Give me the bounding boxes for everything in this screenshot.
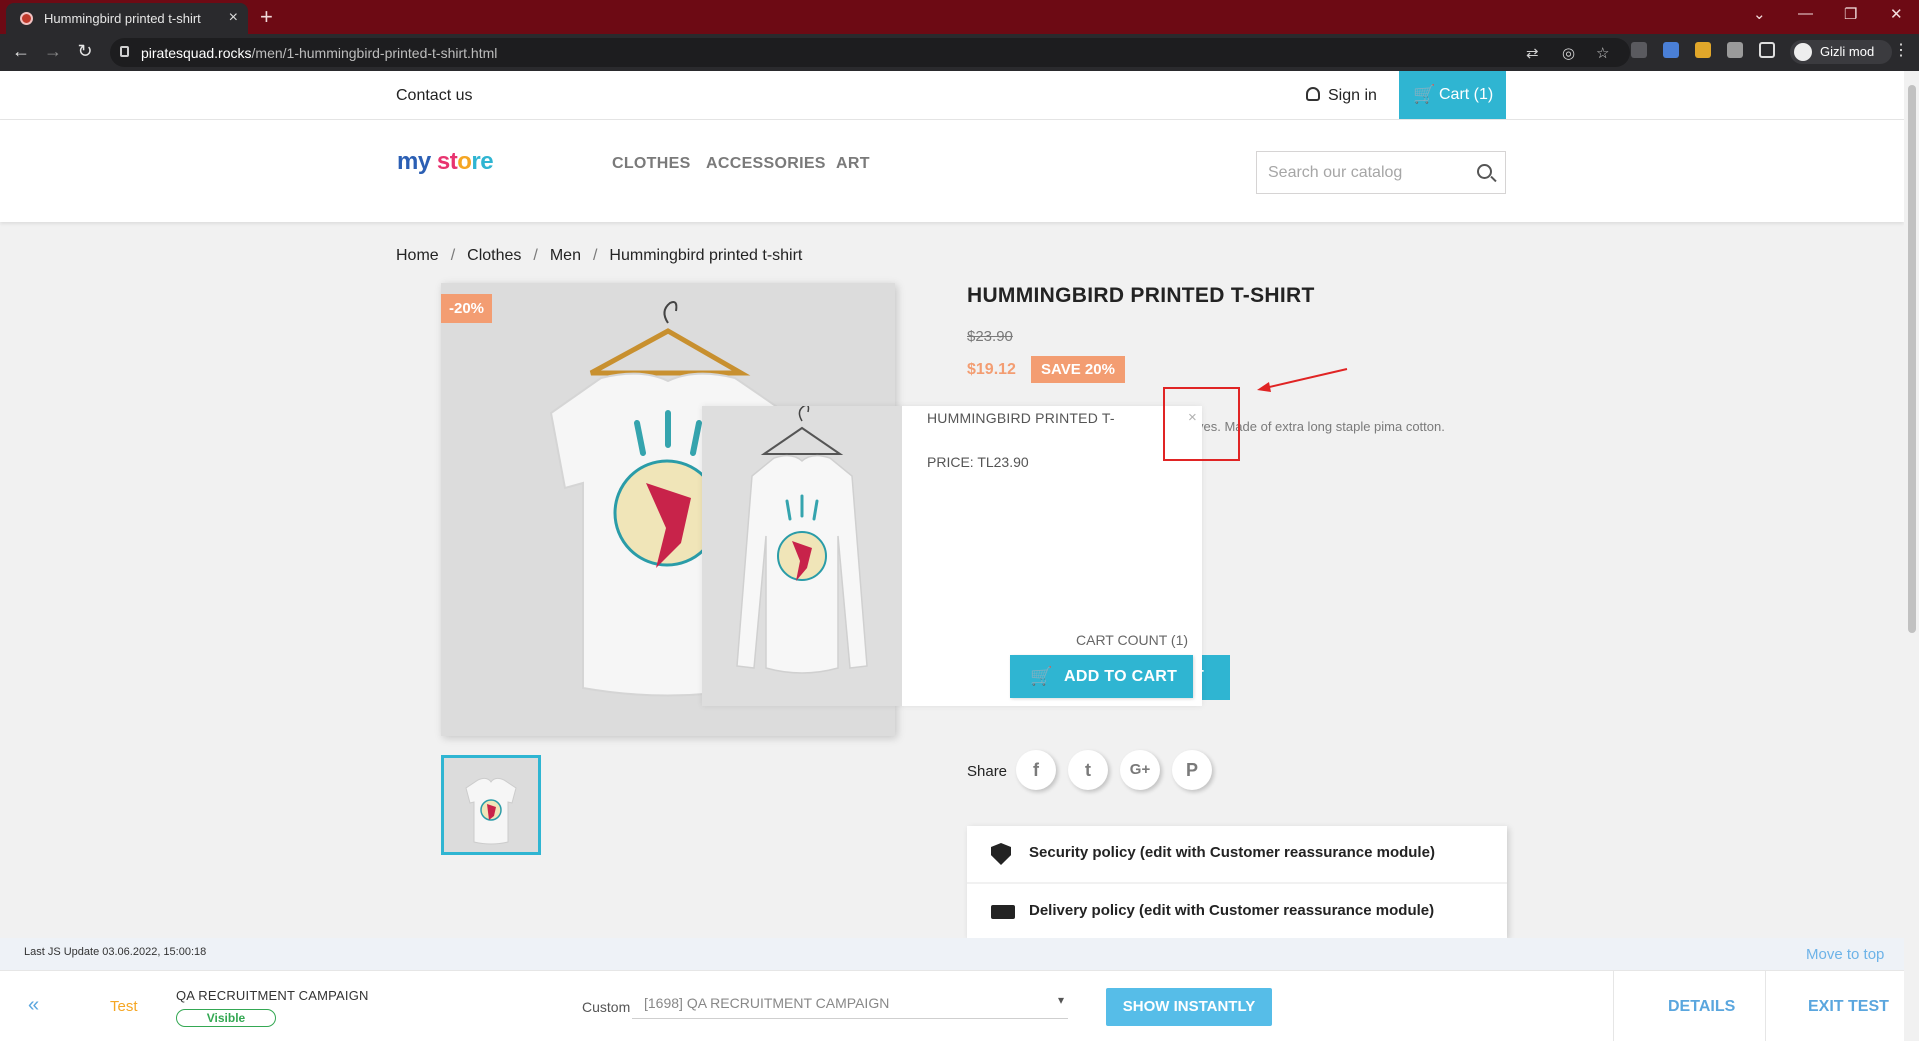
exit-test-button[interactable]: EXIT TEST [1808,998,1889,1016]
cart-icon: 🛒 [1030,666,1053,686]
contact-link[interactable]: Contact us [396,87,472,105]
tshirt-thumbnail-illustration [465,777,517,845]
breadcrumb-home[interactable]: Home [396,247,439,264]
test-toolbar: « Test QA RECRUITMENT CAMPAIGN Visible C… [0,970,1904,1041]
truck-icon [991,905,1015,919]
custom-label: Custom [582,999,631,1015]
scrollbar-thumb[interactable] [1908,85,1916,633]
annotation-highlight-box [1163,387,1240,461]
longsleeve-illustration [736,406,868,674]
extension-icon[interactable] [1695,42,1711,58]
menu-clothes[interactable]: CLOTHES [612,155,691,173]
reassurance-text: Delivery policy (edit with Customer reas… [1029,902,1435,919]
store-header: my store CLOTHES ACCESSORIES ART [0,120,1904,222]
popup-product-image [702,406,902,706]
forward-icon[interactable]: → [42,41,64,62]
breadcrumb-separator: / [533,247,538,264]
back-icon[interactable]: ← [10,41,32,62]
address-bar[interactable]: piratesquad.rocks/men/1-hummingbird-prin… [110,38,1630,67]
move-to-top-link[interactable]: Move to top [1806,946,1884,963]
restore-icon[interactable]: ❐ [1844,5,1857,23]
popup-title: HUMMINGBIRD PRINTED T- [927,410,1115,426]
cart-button[interactable]: 🛒 Cart (1) [1399,71,1506,119]
cart-icon: 🛒 [1413,84,1436,104]
browser-tab[interactable]: Hummingbird printed t-shirt × [6,3,248,34]
reassurance-item: Delivery policy (edit with Customer reas… [967,882,1507,938]
tab-close-icon[interactable]: × [229,9,238,27]
reload-icon[interactable]: ↻ [74,41,96,62]
toolbar-divider [1613,971,1614,1041]
breadcrumb-men[interactable]: Men [550,247,581,264]
toolbar-divider [1765,971,1766,1041]
details-button[interactable]: DETAILS [1668,998,1735,1016]
favicon-icon [20,12,33,25]
menu-accessories[interactable]: ACCESSORIES [706,155,826,173]
reassurance-text: Security policy (edit with Customer reas… [1029,844,1435,861]
extension-shield-icon[interactable] [1631,42,1647,58]
tab-title: Hummingbird printed t-shirt [44,11,201,26]
browser-tab-strip: Hummingbird printed t-shirt × + ⌄ — ❐ ✕ [0,0,1919,34]
profile-button[interactable]: Gizli mod [1790,40,1892,64]
facebook-share-icon[interactable]: f [1016,750,1056,790]
last-js-update: Last JS Update 03.06.2022, 15:00:18 [24,946,207,958]
reassurance-block: Security policy (edit with Customer reas… [967,826,1507,938]
incognito-icon [1794,43,1812,61]
shield-icon [991,843,1011,865]
campaign-select[interactable]: [1698] QA RECRUITMENT CAMPAIGN ▾ [632,987,1068,1019]
search-input[interactable] [1257,152,1472,193]
test-mode-label: Test [110,998,138,1015]
product-thumbnail[interactable] [441,755,541,855]
test-tool-info-strip: Last JS Update 03.06.2022, 15:00:18 Move… [0,938,1904,970]
close-window-icon[interactable]: ✕ [1890,5,1903,23]
cart-label: Cart (1) [1439,86,1494,103]
reassurance-item: Security policy (edit with Customer reas… [967,826,1507,882]
save-badge: SAVE 20% [1031,356,1125,383]
current-price: $19.12 [967,361,1016,378]
search-box [1256,151,1506,194]
side-panel-icon[interactable] [1759,42,1775,58]
campaign-select-value: [1698] QA RECRUITMENT CAMPAIGN [644,995,890,1011]
breadcrumb-separator: / [592,247,598,264]
profile-label: Gizli mod [1820,44,1875,59]
translate-icon[interactable]: ⇄ [1526,44,1539,62]
browser-menu-icon[interactable]: ⋮ [1893,40,1909,60]
search-icon[interactable] [1477,164,1492,179]
googleplus-share-icon[interactable]: G+ [1120,750,1160,790]
popup-add-to-cart-button[interactable]: 🛒 ADD TO CART [1010,655,1193,698]
breadcrumb: Home / Clothes / Men / Hummingbird printed t-s… [396,247,802,265]
lock-icon [120,46,129,57]
minimize-icon[interactable]: — [1798,5,1813,22]
campaign-name: QA RECRUITMENT CAMPAIGN [176,988,369,1003]
store-header-nav: Contact us Sign in 🛒 Cart (1) [0,71,1904,120]
breadcrumb-separator: / [450,247,456,264]
extensions-puzzle-icon[interactable] [1727,42,1743,58]
discount-badge: -20% [441,294,493,323]
new-tab-button[interactable]: + [260,4,273,30]
breadcrumb-current[interactable]: Hummingbird printed t-shirt [609,247,802,264]
annotation-arrow-icon [1257,368,1348,392]
breadcrumb-clothes[interactable]: Clothes [467,247,521,264]
product-title: HUMMINGBIRD PRINTED T-SHIRT [967,284,1315,307]
bookmark-star-icon[interactable]: ☆ [1596,44,1609,62]
twitter-share-icon[interactable]: t [1068,750,1108,790]
product-popup: HUMMINGBIRD PRINTED T- PRICE: TL23.90 × … [702,406,1202,706]
pinterest-share-icon[interactable]: P [1172,750,1212,790]
share-label: Share [967,763,1008,780]
tracking-blocked-icon[interactable]: ◎ [1562,44,1575,62]
popup-price: PRICE: TL23.90 [927,454,1029,470]
browser-toolbar: ← → ↻ piratesquad.rocks/men/1-hummingbir… [0,34,1919,71]
signin-link[interactable]: Sign in [1306,87,1377,105]
url-text: piratesquad.rocks/men/1-hummingbird-prin… [141,45,498,61]
store-logo[interactable]: my store [397,148,494,176]
popup-cart-count: CART COUNT (1) [1076,632,1189,648]
collapse-icon[interactable]: « [28,994,39,1017]
old-price: $23.90 [967,328,1013,345]
menu-art[interactable]: ART [836,155,870,173]
chevron-down-icon: ▾ [1057,993,1064,1007]
user-icon [1306,87,1320,101]
visible-badge: Visible [176,1009,276,1027]
show-instantly-button[interactable]: SHOW INSTANTLY [1106,988,1272,1026]
tab-search-icon[interactable]: ⌄ [1753,5,1766,23]
extension-icon[interactable] [1663,42,1679,58]
